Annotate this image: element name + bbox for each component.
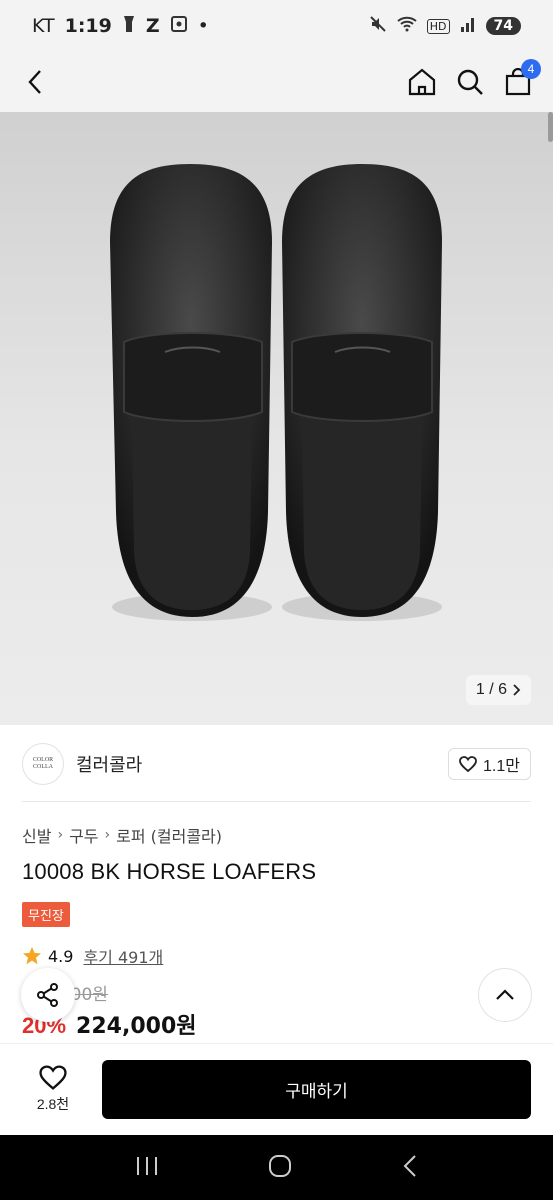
store-logo-line2: COLLA (33, 764, 53, 770)
chevron-right-icon (513, 684, 521, 696)
star-icon (23, 947, 41, 965)
store-like-count: 1.1만 (483, 758, 520, 775)
scroll-to-top-button[interactable] (478, 968, 532, 1022)
back-button[interactable] (20, 67, 50, 97)
status-right: HD 74 (369, 15, 521, 37)
store-name[interactable]: 컬러콜라 (76, 751, 142, 777)
chevron-right-icon: › (57, 827, 64, 843)
home-button[interactable] (407, 67, 437, 97)
cart-button[interactable]: 4 (503, 59, 541, 97)
rating-value: 4.9 (48, 946, 74, 966)
chevron-right-icon: › (104, 827, 111, 843)
store-row: COLOR COLLA 컬러콜라 1.1만 (22, 738, 531, 790)
wishlist-button[interactable]: 2.8천 (22, 1065, 84, 1114)
battery-indicator: 74 (485, 17, 521, 35)
store-logo[interactable]: COLOR COLLA (22, 743, 64, 785)
breadcrumb-item-loafer[interactable]: 로퍼 (컬러콜라) (116, 823, 222, 847)
heart-icon (39, 1065, 67, 1090)
status-left: KT 1:19 Z • (32, 15, 209, 38)
carrier-text: KT (32, 15, 55, 37)
cart-count-badge: 4 (521, 59, 541, 79)
buy-button[interactable]: 구매하기 (102, 1060, 531, 1119)
breadcrumb: 신발 › 구두 › 로퍼 (컬러콜라) (22, 823, 222, 847)
back-system-button[interactable] (402, 1154, 418, 1182)
home-circle-icon (269, 1154, 292, 1177)
store-like-button[interactable]: 1.1만 (448, 748, 531, 780)
back-arrow-icon (403, 1154, 416, 1177)
scrollbar[interactable] (548, 112, 553, 142)
home-icon (408, 68, 436, 96)
share-button[interactable] (21, 968, 75, 1022)
rating-row: 4.9 후기 491개 (22, 944, 163, 968)
search-icon (457, 69, 483, 95)
hd-icon: HD (426, 18, 450, 34)
status-bar: KT 1:19 Z • HD 74 (0, 0, 553, 52)
product-title: 10008 BK HORSE LOAFERS (22, 859, 317, 884)
product-image-gallery[interactable]: 1 / 6 (0, 112, 553, 725)
wishlist-count: 2.8천 (36, 1096, 70, 1112)
image-counter[interactable]: 1 / 6 (465, 675, 531, 705)
share-icon (37, 983, 58, 1007)
brand-badge: 무진장 (22, 902, 70, 927)
heart-icon (459, 756, 477, 772)
purchase-bar: 2.8천 구매하기 (0, 1043, 553, 1135)
recent-apps-button[interactable] (135, 1155, 159, 1181)
divider (22, 801, 531, 802)
nav-actions: 4 (407, 59, 541, 97)
screen-capture-icon (170, 15, 188, 38)
product-photo (110, 164, 442, 621)
breadcrumb-item-shoes[interactable]: 신발 (22, 823, 51, 847)
flashlight-icon (122, 15, 136, 38)
image-counter-text: 1 / 6 (475, 681, 507, 698)
breadcrumb-item-dress-shoes[interactable]: 구두 (69, 823, 98, 847)
sale-price: 224,000원 (76, 1014, 197, 1039)
wifi-icon (397, 16, 417, 36)
app-z-icon: Z (145, 15, 160, 37)
chevron-up-icon (496, 989, 514, 1000)
system-nav-bar (0, 1135, 553, 1200)
clock-text: 1:19 (64, 15, 112, 37)
chevron-left-icon (28, 70, 41, 94)
signal-icon (460, 16, 476, 36)
recent-apps-icon (136, 1156, 157, 1175)
search-button[interactable] (455, 67, 485, 97)
home-system-button[interactable] (268, 1154, 292, 1182)
mute-icon (369, 15, 387, 37)
dot-icon: • (197, 15, 209, 37)
top-nav: 4 (0, 52, 553, 112)
store-logo-line1: COLOR (32, 757, 54, 764)
reviews-link[interactable]: 후기 491개 (83, 944, 163, 968)
